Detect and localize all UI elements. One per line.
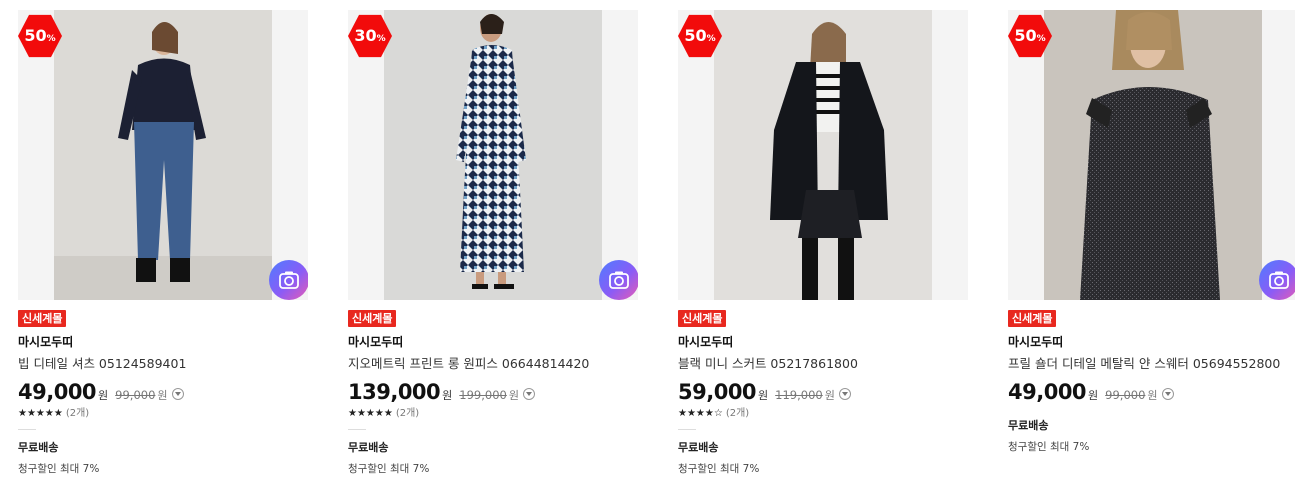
product-card[interactable]: 50% 신세계몰 마시모두띠 빕 디테일 셔츠 05124589401 49,0… bbox=[18, 10, 308, 476]
brand-name[interactable]: 마시모두띠 bbox=[348, 333, 638, 350]
star-icon: ★★★★★ bbox=[348, 408, 393, 419]
original-price: 99,000 bbox=[115, 388, 156, 402]
currency-label: 원 bbox=[1088, 389, 1099, 402]
currency-label: 원 bbox=[758, 389, 769, 402]
shipping-info: 무료배송 bbox=[348, 441, 389, 454]
product-card[interactable]: 50% 신세계몰 마시모두띠 블랙 미니 스커트 05217861800 59,… bbox=[678, 10, 968, 476]
billing-discount: 청구할인 최대 7% bbox=[678, 463, 760, 475]
star-icon: ★★★★☆ bbox=[678, 408, 723, 419]
product-photo bbox=[1008, 10, 1295, 300]
discount-unit: % bbox=[1036, 34, 1046, 44]
original-currency-label: 원 bbox=[1147, 389, 1158, 402]
product-grid: 50% 신세계몰 마시모두띠 빕 디테일 셔츠 05124589401 49,0… bbox=[0, 0, 1295, 477]
camera-icon bbox=[609, 271, 629, 289]
shipping-info: 무료배송 bbox=[678, 441, 719, 454]
review-count: (2개) bbox=[725, 408, 750, 419]
product-photo bbox=[18, 10, 308, 300]
mall-badge: 신세계몰 bbox=[1008, 310, 1057, 327]
camera-icon bbox=[1269, 271, 1289, 289]
image-search-button[interactable] bbox=[269, 260, 308, 300]
divider bbox=[348, 429, 366, 430]
product-card[interactable]: 30% 신세계몰 마시모두띠 지오메트릭 프린트 롱 원피스 066448144… bbox=[348, 10, 638, 476]
discount-value: 50 bbox=[1014, 26, 1037, 45]
image-search-button[interactable] bbox=[1259, 260, 1295, 300]
mall-badge: 신세계몰 bbox=[18, 310, 67, 327]
original-price: 99,000 bbox=[1105, 388, 1146, 402]
billing-discount: 청구할인 최대 7% bbox=[348, 463, 430, 475]
discount-unit: % bbox=[46, 34, 56, 44]
product-name[interactable]: 블랙 미니 스커트 05217861800 bbox=[678, 353, 968, 372]
chevron-down-icon[interactable] bbox=[1161, 388, 1174, 400]
price-row: 59,000 원 119,000 원 bbox=[678, 380, 968, 404]
product-card[interactable]: 50% 신세계몰 마시모두띠 프릴 숄더 디테일 메탈릭 얀 스웨터 05694… bbox=[1008, 10, 1295, 454]
mall-badge: 신세계몰 bbox=[678, 310, 727, 327]
chevron-down-icon[interactable] bbox=[171, 388, 184, 400]
original-price: 199,000 bbox=[459, 388, 507, 402]
original-price: 119,000 bbox=[775, 388, 823, 402]
review-count: (2개) bbox=[395, 408, 420, 419]
product-image[interactable]: 50% bbox=[18, 10, 308, 300]
rating: ★★★★★ (2개) bbox=[348, 407, 638, 421]
discount-value: 30 bbox=[354, 26, 377, 45]
original-currency-label: 원 bbox=[157, 389, 168, 402]
product-photo bbox=[678, 10, 968, 300]
product-name[interactable]: 지오메트릭 프린트 롱 원피스 06644814420 bbox=[348, 353, 638, 372]
sale-price: 49,000 bbox=[18, 380, 97, 404]
star-icon: ★★★★★ bbox=[18, 408, 63, 419]
product-image[interactable]: 50% bbox=[678, 10, 968, 300]
review-count: (2개) bbox=[65, 408, 90, 419]
rating: ★★★★★ (2개) bbox=[18, 407, 308, 421]
chevron-down-icon[interactable] bbox=[522, 388, 535, 400]
camera-icon bbox=[279, 271, 299, 289]
discount-unit: % bbox=[376, 34, 386, 44]
billing-discount: 청구할인 최대 7% bbox=[1008, 441, 1090, 453]
brand-name[interactable]: 마시모두띠 bbox=[678, 333, 968, 350]
shipping-info: 무료배송 bbox=[18, 441, 59, 454]
rating: ★★★★☆ (2개) bbox=[678, 407, 968, 421]
sale-price: 139,000 bbox=[348, 380, 441, 404]
brand-name[interactable]: 마시모두띠 bbox=[1008, 333, 1295, 350]
price-row: 49,000 원 99,000 원 bbox=[1008, 380, 1295, 404]
product-image[interactable]: 30% bbox=[348, 10, 638, 300]
product-name[interactable]: 프릴 숄더 디테일 메탈릭 얀 스웨터 05694552800 bbox=[1008, 353, 1295, 372]
discount-unit: % bbox=[706, 34, 716, 44]
product-name[interactable]: 빕 디테일 셔츠 05124589401 bbox=[18, 353, 308, 372]
product-photo bbox=[348, 10, 638, 300]
image-search-button[interactable] bbox=[599, 260, 638, 300]
discount-value: 50 bbox=[684, 26, 707, 45]
currency-label: 원 bbox=[98, 389, 109, 402]
shipping-info: 무료배송 bbox=[1008, 419, 1049, 432]
discount-value: 50 bbox=[24, 26, 47, 45]
product-image[interactable]: 50% bbox=[1008, 10, 1295, 300]
original-currency-label: 원 bbox=[508, 389, 519, 402]
billing-discount: 청구할인 최대 7% bbox=[18, 463, 100, 475]
price-row: 139,000 원 199,000 원 bbox=[348, 380, 638, 404]
chevron-down-icon[interactable] bbox=[838, 388, 851, 400]
price-row: 49,000 원 99,000 원 bbox=[18, 380, 308, 404]
currency-label: 원 bbox=[442, 389, 453, 402]
mall-badge: 신세계몰 bbox=[348, 310, 397, 327]
divider bbox=[678, 429, 696, 430]
brand-name[interactable]: 마시모두띠 bbox=[18, 333, 308, 350]
original-currency-label: 원 bbox=[824, 389, 835, 402]
divider bbox=[18, 429, 36, 430]
sale-price: 59,000 bbox=[678, 380, 757, 404]
sale-price: 49,000 bbox=[1008, 380, 1087, 404]
